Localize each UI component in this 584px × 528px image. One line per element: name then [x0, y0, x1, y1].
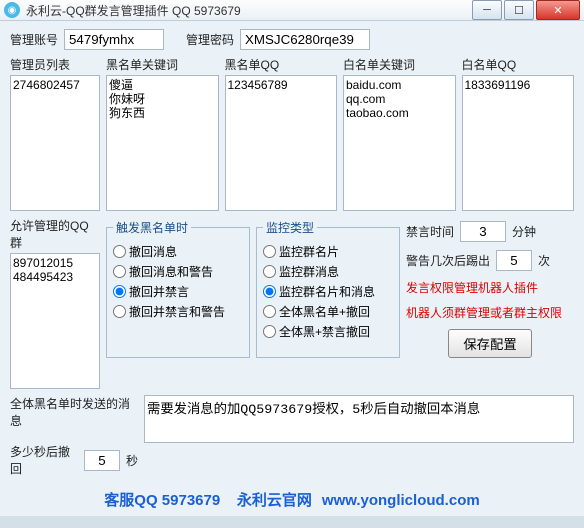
minutes-label: 分钟 — [512, 223, 536, 240]
kick-after-label: 警告几次后踢出 — [406, 252, 490, 269]
account-input[interactable] — [64, 29, 164, 50]
monitor-legend: 监控类型 — [263, 219, 317, 236]
password-label: 管理密码 — [186, 31, 234, 48]
recall-after-input[interactable] — [84, 450, 120, 471]
app-icon: ◉ — [4, 2, 20, 18]
minimize-button[interactable]: ─ — [472, 0, 502, 20]
trigger-group: 触发黑名单时 撤回消息 撤回消息和警告 撤回并禁言 撤回并禁言和警告 — [106, 219, 250, 358]
trigger-option[interactable]: 撤回消息 — [113, 243, 243, 260]
global-msg-input[interactable] — [144, 395, 574, 443]
trigger-option[interactable]: 撤回并禁言和警告 — [113, 303, 243, 320]
recall-after-label: 多少秒后撤回 — [10, 443, 78, 477]
white-qq-list[interactable]: 1833691196 — [462, 75, 575, 211]
window-title: 永利云-QQ群发言管理插件 QQ 5973679 — [26, 2, 472, 19]
ban-time-input[interactable] — [460, 221, 506, 242]
allow-groups-label: 允许管理的QQ群 — [10, 217, 100, 251]
trigger-legend: 触发黑名单时 — [113, 219, 191, 236]
account-label: 管理账号 — [10, 31, 58, 48]
footer-site[interactable]: 永利云官网 — [237, 492, 312, 509]
black-qq-list[interactable]: 123456789 — [225, 75, 338, 211]
notice-2: 机器人须群管理或者群主权限 — [406, 304, 574, 321]
maximize-button[interactable]: ☐ — [504, 0, 534, 20]
notice-1: 发言权限管理机器人插件 — [406, 279, 574, 296]
admin-list[interactable]: 2746802457 — [10, 75, 100, 211]
white-kw-list[interactable]: baidu.com qq.com taobao.com — [343, 75, 456, 211]
ban-time-label: 禁言时间 — [406, 223, 454, 240]
monitor-option[interactable]: 监控群名片 — [263, 243, 393, 260]
black-qq-label: 黑名单QQ — [225, 56, 338, 73]
black-kw-label: 黑名单关键词 — [106, 56, 219, 73]
times-label: 次 — [538, 252, 550, 269]
white-kw-label: 白名单关键词 — [343, 56, 456, 73]
password-input[interactable] — [240, 29, 370, 50]
seconds-label: 秒 — [126, 452, 138, 469]
kick-after-input[interactable] — [496, 250, 532, 271]
monitor-option[interactable]: 监控群名片和消息 — [263, 283, 393, 300]
monitor-option[interactable]: 监控群消息 — [263, 263, 393, 280]
footer-qq[interactable]: 客服QQ 5973679 — [104, 492, 220, 509]
allow-groups-list[interactable]: 897012015 484495423 — [10, 253, 100, 389]
close-button[interactable]: ✕ — [536, 0, 580, 20]
save-button[interactable]: 保存配置 — [448, 329, 531, 358]
trigger-option[interactable]: 撤回消息和警告 — [113, 263, 243, 280]
footer-url[interactable]: www.yonglicloud.com — [322, 492, 480, 509]
monitor-option[interactable]: 全体黑+禁言撤回 — [263, 323, 393, 340]
black-kw-list[interactable]: 傻逼 你妹呀 狗东西 — [106, 75, 219, 211]
trigger-option[interactable]: 撤回并禁言 — [113, 283, 243, 300]
white-qq-label: 白名单QQ — [462, 56, 575, 73]
monitor-option[interactable]: 全体黑名单+撤回 — [263, 303, 393, 320]
monitor-group: 监控类型 监控群名片 监控群消息 监控群名片和消息 全体黑名单+撤回 全体黑+禁… — [256, 219, 400, 358]
global-msg-label: 全体黑名单时发送的消息 — [10, 395, 138, 429]
admin-list-label: 管理员列表 — [10, 56, 100, 73]
